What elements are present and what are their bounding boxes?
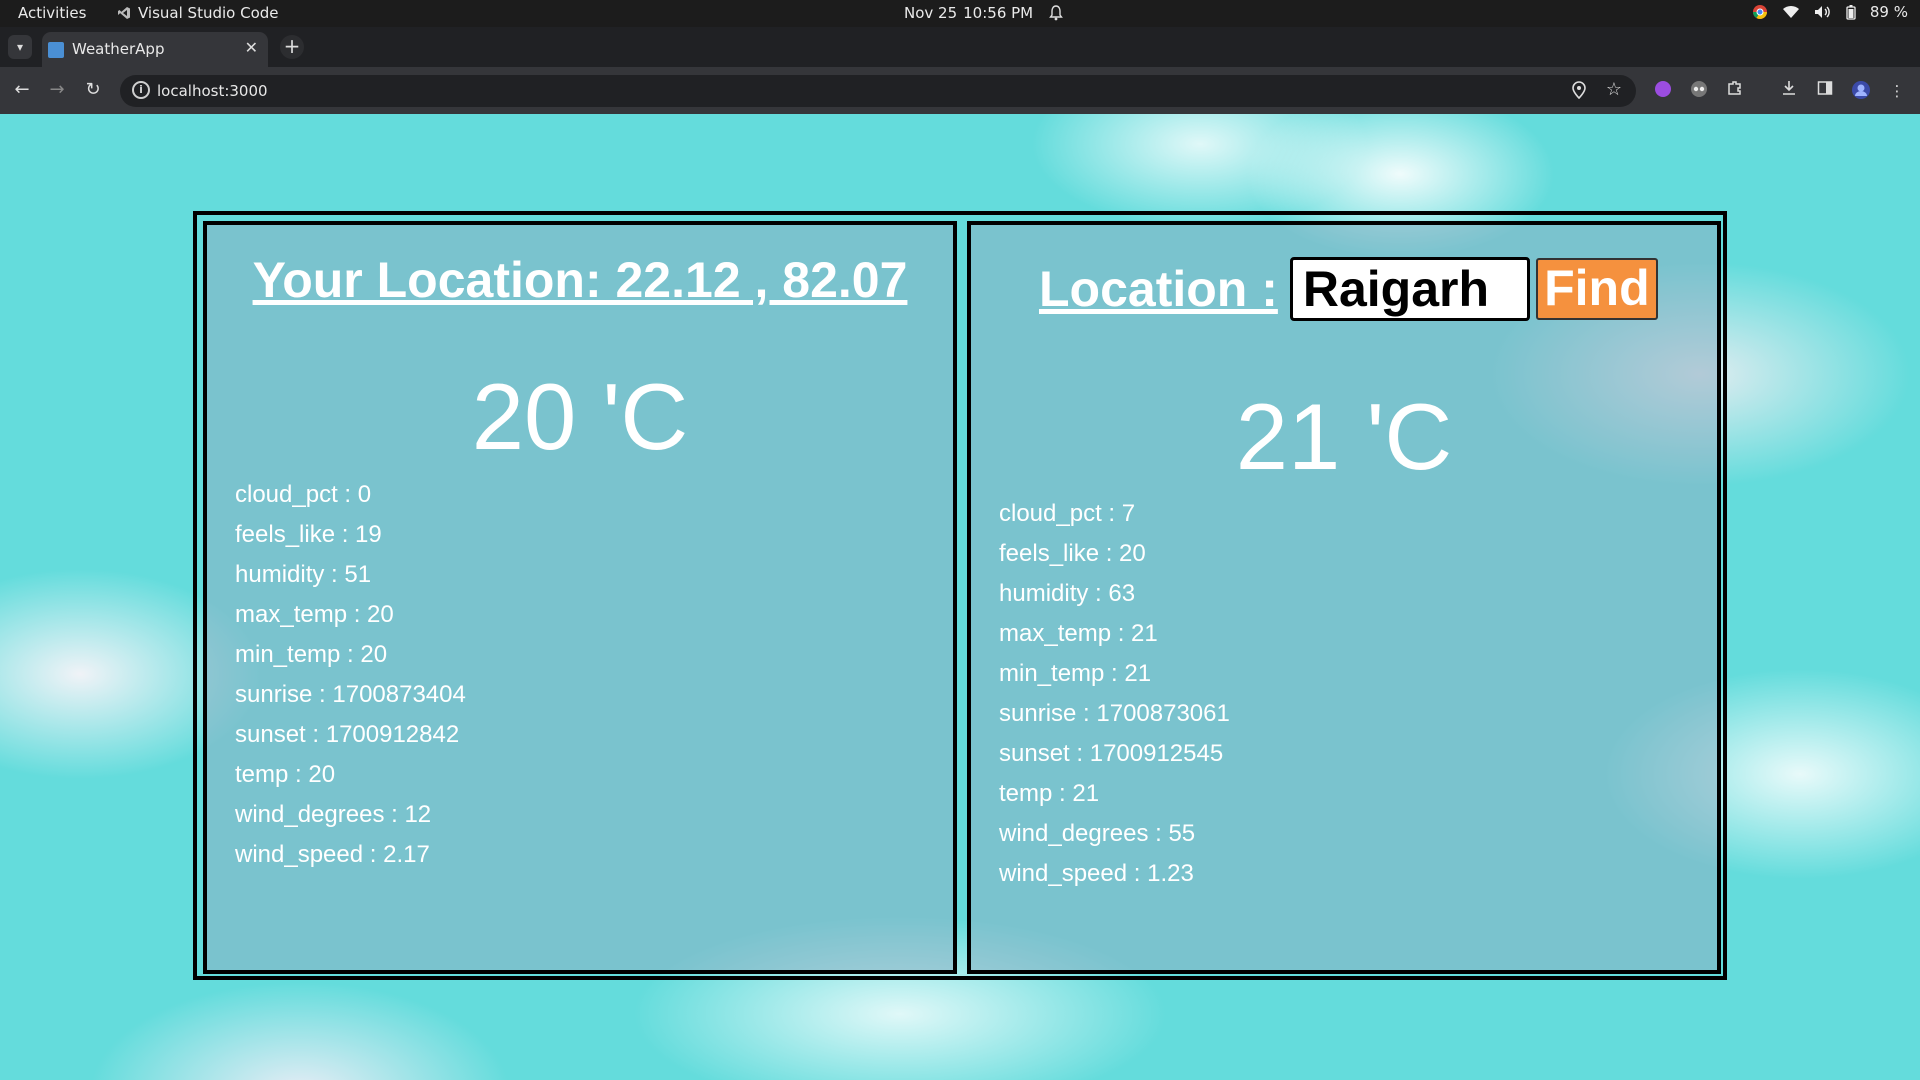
stat-feels-like: feels_like : 20 — [999, 540, 1146, 567]
site-info-icon[interactable]: i — [132, 81, 150, 99]
weather-container: Your Location: 22.12 , 82.07 20 'C cloud… — [193, 211, 1727, 980]
browser-toolbar: ← → ↻ i localhost:3000 ☆ ⋮ — [0, 67, 1920, 114]
extension-glasses-icon[interactable] — [1688, 80, 1710, 102]
stat-sunset: sunset : 1700912842 — [235, 721, 460, 748]
battery-level: 89 % — [1869, 3, 1908, 21]
location-input[interactable] — [1289, 257, 1530, 321]
tab-title: WeatherApp — [72, 40, 165, 58]
stat-cloud-pct: cloud_pct : 0 — [235, 481, 372, 508]
stat-cloud-pct: cloud_pct : 7 — [999, 500, 1136, 527]
current-location-panel: Your Location: 22.12 , 82.07 20 'C cloud… — [203, 221, 957, 974]
tab-weatherapp[interactable]: WeatherApp ✕ — [42, 32, 268, 67]
extension-purple-icon[interactable] — [1652, 80, 1674, 102]
new-tab-plus-icon[interactable]: + — [280, 35, 304, 59]
stat-max-temp: max_temp : 20 — [235, 601, 394, 628]
forward-arrow-icon[interactable]: → — [46, 79, 68, 100]
stat-humidity: humidity : 63 — [999, 580, 1136, 607]
address-bar-url: localhost:3000 — [157, 82, 268, 100]
close-tab-icon[interactable]: ✕ — [245, 38, 258, 57]
location-search-row: Location : Find — [1039, 257, 1658, 321]
clock-time: 10:56 PM — [963, 4, 1034, 22]
stat-wind-degrees: wind_degrees : 12 — [235, 801, 432, 828]
chrome-icon — [1752, 5, 1767, 19]
stat-wind-speed: wind_speed : 2.17 — [235, 841, 430, 868]
back-arrow-icon[interactable]: ← — [11, 79, 33, 100]
vscode-icon — [118, 7, 130, 19]
clock[interactable]: Nov 25 10:56 PM — [904, 4, 1064, 22]
activities-button[interactable]: Activities — [18, 4, 86, 22]
system-tray[interactable]: 89 % — [1752, 3, 1908, 21]
current-weather-stats: cloud_pct : 0 feels_like : 19 humidity :… — [235, 475, 466, 875]
download-icon[interactable] — [1778, 80, 1800, 102]
stat-temp: temp : 21 — [999, 780, 1100, 807]
stat-wind-degrees: wind_degrees : 55 — [999, 820, 1196, 847]
volume-icon — [1814, 6, 1830, 18]
stat-feels-like: feels_like : 19 — [235, 521, 382, 548]
active-app-menu[interactable]: Visual Studio Code — [117, 4, 279, 22]
profile-avatar-icon[interactable] — [1850, 80, 1872, 102]
active-app-name: Visual Studio Code — [138, 4, 279, 22]
stat-humidity: humidity : 51 — [235, 561, 372, 588]
browser-tab-strip: ▾ WeatherApp ✕ + — [0, 27, 1920, 67]
side-panel-icon[interactable] — [1814, 80, 1836, 102]
location-label: Location : — [1039, 261, 1278, 317]
favicon-icon — [48, 42, 64, 58]
more-menu-icon[interactable]: ⋮ — [1886, 80, 1908, 102]
current-location-title: Your Location: 22.12 , 82.07 — [252, 252, 908, 308]
stat-temp: temp : 20 — [235, 761, 336, 788]
stat-sunrise: sunrise : 1700873404 — [235, 681, 466, 708]
location-pin-icon[interactable] — [1572, 81, 1586, 99]
searched-temperature: 21 'C — [1235, 384, 1453, 489]
page-viewport: Your Location: 22.12 , 82.07 20 'C cloud… — [0, 114, 1920, 1080]
stat-wind-speed: wind_speed : 1.23 — [999, 860, 1194, 887]
bookmark-star-icon[interactable]: ☆ — [1606, 79, 1622, 100]
bell-icon — [1049, 5, 1064, 21]
current-temperature: 20 'C — [471, 364, 689, 469]
extensions-puzzle-icon[interactable] — [1724, 80, 1746, 102]
tab-search-chevron-icon[interactable]: ▾ — [8, 35, 32, 59]
wifi-icon — [1782, 5, 1799, 18]
stat-min-temp: min_temp : 20 — [235, 641, 388, 668]
stat-sunset: sunset : 1700912545 — [999, 740, 1224, 767]
clock-date: Nov 25 — [904, 4, 958, 22]
reload-icon[interactable]: ↻ — [82, 79, 104, 100]
search-location-panel: Location : Find 21 'C cloud_pct : 7 feel… — [967, 221, 1721, 974]
system-top-bar: Activities Visual Studio Code Nov 25 10:… — [0, 0, 1920, 27]
searched-weather-stats: cloud_pct : 7 feels_like : 20 humidity :… — [999, 494, 1230, 894]
stat-min-temp: min_temp : 21 — [999, 660, 1152, 687]
address-bar[interactable]: i localhost:3000 ☆ — [120, 75, 1636, 107]
battery-icon — [1846, 4, 1856, 20]
stat-sunrise: sunrise : 1700873061 — [999, 700, 1230, 727]
stat-max-temp: max_temp : 21 — [999, 620, 1158, 647]
find-button[interactable]: Find — [1535, 258, 1658, 320]
